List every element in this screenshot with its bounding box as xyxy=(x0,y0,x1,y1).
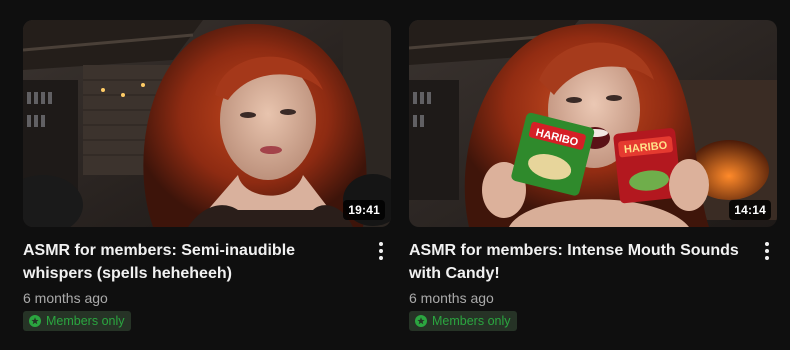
vertical-ellipsis-icon xyxy=(765,242,769,246)
video-meta: ASMR for members: Semi-inaudible whisper… xyxy=(23,227,393,332)
video-duration: 14:14 xyxy=(729,200,771,220)
video-thumbnail[interactable]: HARIBO HARIBO 14:14 xyxy=(409,20,777,227)
thumbnail-image: HARIBO HARIBO xyxy=(409,20,777,227)
video-meta: ASMR for members: Intense Mouth Sounds w… xyxy=(409,227,779,332)
video-duration: 19:41 xyxy=(343,200,385,220)
badge-label: Members only xyxy=(432,314,511,328)
video-age: 6 months ago xyxy=(409,290,494,306)
video-title[interactable]: ASMR for members: Semi-inaudible whisper… xyxy=(23,239,357,285)
badge-label: Members only xyxy=(46,314,125,328)
thumbnail-image xyxy=(23,20,391,227)
video-age: 6 months ago xyxy=(23,290,108,306)
video-thumbnail[interactable]: 19:41 xyxy=(23,20,391,227)
more-actions-button[interactable] xyxy=(371,239,391,263)
video-title-line: ASMR for members: Semi-inaudible xyxy=(23,242,296,259)
video-card[interactable]: 19:41 ASMR for members: Semi-inaudible w… xyxy=(23,20,393,332)
vertical-ellipsis-icon xyxy=(379,242,383,246)
members-only-badge: Members only xyxy=(409,311,517,331)
video-title[interactable]: ASMR for members: Intense Mouth Sounds w… xyxy=(409,239,743,285)
more-actions-button[interactable] xyxy=(757,239,777,263)
video-title-line: whispers (spells heheheeh) xyxy=(23,265,232,282)
video-title-line: with Candy! xyxy=(409,265,500,282)
members-only-badge: Members only xyxy=(23,311,131,331)
star-in-circle-icon xyxy=(415,315,427,327)
star-in-circle-icon xyxy=(29,315,41,327)
video-card[interactable]: HARIBO HARIBO 14:14 ASMR for members: In… xyxy=(409,20,779,332)
video-title-line: ASMR for members: Intense Mouth Sounds xyxy=(409,242,739,259)
